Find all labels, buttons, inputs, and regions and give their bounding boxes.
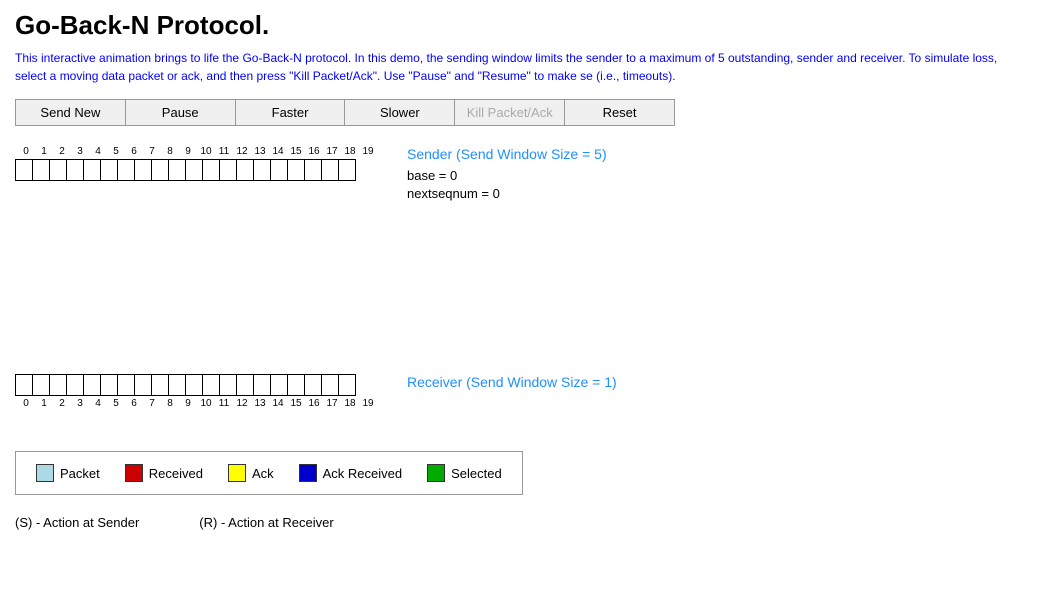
receiver-title: Receiver (Send Window Size = 1)	[407, 374, 617, 390]
receiver-box-18[interactable]	[321, 374, 339, 396]
receiver-box-3[interactable]	[66, 374, 84, 396]
faster-button[interactable]: Faster	[236, 100, 346, 125]
kill-packet-button[interactable]: Kill Packet/Ack	[455, 100, 565, 125]
slower-button[interactable]: Slower	[345, 100, 455, 125]
receiver-box-13[interactable]	[236, 374, 254, 396]
legend-item-3: Ack Received	[299, 464, 402, 482]
sender-box-11[interactable]	[202, 159, 220, 181]
legend-item-2: Ack	[228, 464, 274, 482]
legend-label-2: Ack	[252, 466, 274, 481]
sender-box-2[interactable]	[49, 159, 67, 181]
toolbar: Send New Pause Faster Slower Kill Packet…	[15, 99, 675, 126]
legend-color-3	[299, 464, 317, 482]
description-text: This interactive animation brings to lif…	[15, 49, 1028, 85]
sender-box-14[interactable]	[253, 159, 271, 181]
legend-item-4: Selected	[427, 464, 502, 482]
sender-box-16[interactable]	[287, 159, 305, 181]
sender-nextseqnum: nextseqnum = 0	[407, 186, 607, 201]
receiver-box-5[interactable]	[100, 374, 118, 396]
receiver-box-16[interactable]	[287, 374, 305, 396]
receiver-window-area: 012345678910111213141516171819	[15, 374, 377, 411]
sender-seq-numbers: 012345678910111213141516171819	[15, 146, 377, 157]
legend-color-0	[36, 464, 54, 482]
sender-box-7[interactable]	[134, 159, 152, 181]
legend-item-0: Packet	[36, 464, 100, 482]
receiver-boxes	[15, 374, 377, 396]
reset-button[interactable]: Reset	[565, 100, 674, 125]
receiver-section: 012345678910111213141516171819 Receiver …	[15, 374, 1028, 411]
legend-color-1	[125, 464, 143, 482]
receiver-box-8[interactable]	[151, 374, 169, 396]
receiver-box-15[interactable]	[270, 374, 288, 396]
sender-window-area: 012345678910111213141516171819	[15, 146, 377, 181]
receiver-box-17[interactable]	[304, 374, 322, 396]
receiver-box-6[interactable]	[117, 374, 135, 396]
receiver-action-label: (R) - Action at Receiver	[199, 515, 333, 530]
sender-box-9[interactable]	[168, 159, 186, 181]
sender-box-17[interactable]	[304, 159, 322, 181]
sender-box-6[interactable]	[117, 159, 135, 181]
sender-boxes	[15, 159, 377, 181]
receiver-box-19[interactable]	[338, 374, 356, 396]
receiver-info: Receiver (Send Window Size = 1)	[407, 374, 617, 396]
sender-box-10[interactable]	[185, 159, 203, 181]
sender-action-label: (S) - Action at Sender	[15, 515, 139, 530]
sender-box-1[interactable]	[32, 159, 50, 181]
sender-box-15[interactable]	[270, 159, 288, 181]
sender-info: Sender (Send Window Size = 5) base = 0 n…	[407, 146, 607, 204]
sender-box-8[interactable]	[151, 159, 169, 181]
receiver-box-10[interactable]	[185, 374, 203, 396]
receiver-box-4[interactable]	[83, 374, 101, 396]
legend: Packet Received Ack Ack Received Selected	[15, 451, 523, 495]
page-title: Go-Back-N Protocol.	[15, 10, 1028, 41]
animation-area	[15, 234, 1028, 374]
legend-label-3: Ack Received	[323, 466, 402, 481]
legend-item-1: Received	[125, 464, 203, 482]
pause-button[interactable]: Pause	[126, 100, 236, 125]
receiver-box-7[interactable]	[134, 374, 152, 396]
legend-color-4	[427, 464, 445, 482]
sender-title: Sender (Send Window Size = 5)	[407, 146, 607, 162]
legend-label-4: Selected	[451, 466, 502, 481]
receiver-box-12[interactable]	[219, 374, 237, 396]
receiver-box-2[interactable]	[49, 374, 67, 396]
sender-box-19[interactable]	[338, 159, 356, 181]
sender-box-0[interactable]	[15, 159, 33, 181]
legend-label-0: Packet	[60, 466, 100, 481]
sender-box-13[interactable]	[236, 159, 254, 181]
legend-color-2	[228, 464, 246, 482]
receiver-box-1[interactable]	[32, 374, 50, 396]
receiver-box-0[interactable]	[15, 374, 33, 396]
legend-label-1: Received	[149, 466, 203, 481]
footer: (S) - Action at Sender (R) - Action at R…	[15, 515, 1028, 530]
send-new-button[interactable]: Send New	[16, 100, 126, 125]
sender-box-5[interactable]	[100, 159, 118, 181]
sender-base: base = 0	[407, 168, 607, 183]
sender-box-4[interactable]	[83, 159, 101, 181]
sender-box-18[interactable]	[321, 159, 339, 181]
receiver-box-11[interactable]	[202, 374, 220, 396]
sender-section: 012345678910111213141516171819 Sender (S…	[15, 146, 1028, 204]
receiver-box-14[interactable]	[253, 374, 271, 396]
receiver-seq-numbers: 012345678910111213141516171819	[15, 398, 377, 409]
sender-box-3[interactable]	[66, 159, 84, 181]
sender-box-12[interactable]	[219, 159, 237, 181]
receiver-box-9[interactable]	[168, 374, 186, 396]
